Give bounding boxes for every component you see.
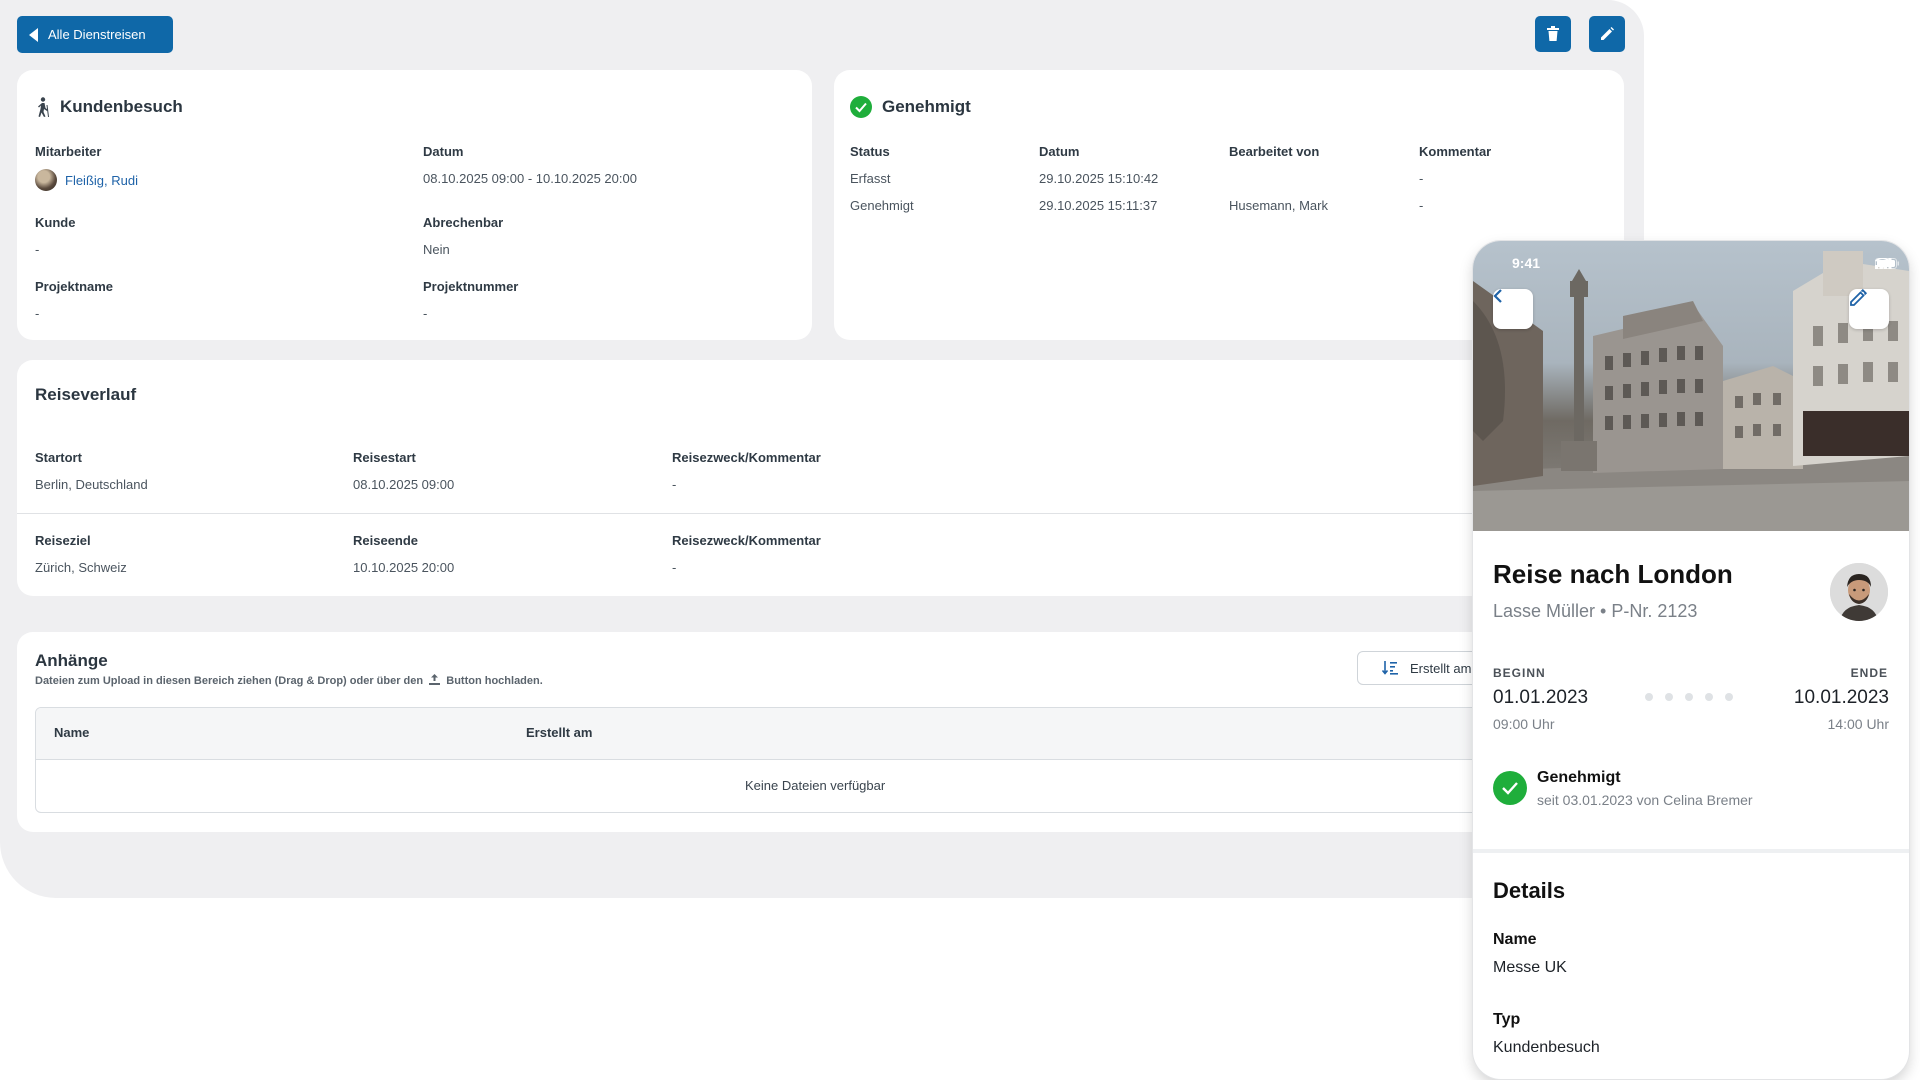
details-type-value: Kundenbesuch — [1493, 1039, 1600, 1056]
battery-icon — [1875, 258, 1899, 269]
end-time: 14:00 Uhr — [1827, 716, 1889, 732]
approval-status-title: Genehmigt — [1537, 769, 1621, 786]
status-time: 9:41 — [1512, 255, 1541, 271]
itinerary-row-1-label-1: Startort — [35, 450, 82, 465]
check-icon — [1502, 782, 1518, 795]
begin-time: 09:00 Uhr — [1493, 716, 1555, 732]
approval-row-2-status: Genehmigt — [850, 198, 914, 213]
approval-header-editor: Bearbeitet von — [1229, 144, 1320, 159]
itinerary-row-1-value-1: Berlin, Deutschland — [35, 477, 148, 492]
trip-hero-image: 9:41 — [1473, 241, 1909, 531]
approval-header-status: Status — [850, 144, 890, 159]
trip-name: Reise nach London — [1493, 559, 1733, 589]
details-type-label: Typ — [1493, 1011, 1521, 1028]
approval-row-2-date: 29.10.2025 15:11:37 — [1039, 198, 1158, 213]
avatar — [1830, 563, 1888, 621]
timeline-dots — [1645, 693, 1733, 701]
pencil-icon — [1850, 289, 1867, 306]
attachments-hint-before: Dateien zum Upload in diesen Bereich zie… — [35, 675, 424, 687]
london-street-illustration — [1473, 251, 1909, 531]
files-empty-row: Keine Dateien verfügbar — [36, 760, 1544, 812]
itinerary-row-1-value-2: 08.10.2025 09:00 — [353, 477, 455, 492]
approval-row-1-comment: - — [1419, 171, 1424, 186]
trip-owner: Lasse Müller • P-Nr. 2123 — [1493, 601, 1698, 621]
billable-label: Abrechenbar — [423, 215, 504, 230]
itinerary-row-2-value-3: - — [672, 560, 677, 575]
project-number-value: - — [423, 306, 428, 321]
approval-status-subtitle: seit 03.01.2023 von Celina Bremer — [1537, 792, 1753, 808]
column-header-created[interactable]: Erstellt am — [526, 725, 592, 740]
pencil-icon — [1601, 27, 1614, 40]
back-button-label: Alle Dienstreisen — [48, 27, 146, 42]
itinerary-title: Reiseverlauf — [35, 385, 137, 404]
trip-title-text: Kundenbesuch — [60, 97, 183, 116]
phone-edit-button[interactable] — [1849, 289, 1889, 329]
itinerary-row-2-label-2: Reiseende — [353, 533, 419, 548]
walking-person-icon — [38, 97, 49, 117]
project-number-label: Projektnummer — [423, 279, 519, 294]
details-title: Details — [1493, 878, 1566, 903]
itinerary-row-2-value-2: 10.10.2025 20:00 — [353, 560, 455, 575]
section-separator — [1473, 849, 1909, 853]
itinerary-row-1-label-3: Reisezweck/Kommentar — [672, 450, 821, 465]
edit-button[interactable] — [1589, 16, 1625, 52]
attachments-hint-after: Button hochladen. — [446, 675, 543, 687]
begin-date: 01.01.2023 — [1493, 687, 1589, 708]
date-value: 08.10.2025 09:00 - 10.10.2025 20:00 — [423, 171, 637, 186]
attachments-title: Anhänge — [35, 651, 108, 670]
project-name-value: - — [35, 306, 40, 321]
chevron-left-icon — [29, 27, 38, 42]
itinerary-row-1-label-2: Reisestart — [353, 450, 416, 465]
trip-card: Kundenbesuch Mitarbeiter Fleißig, Rudi D… — [17, 70, 812, 340]
approval-header-date: Datum — [1039, 144, 1080, 159]
details-name-label: Name — [1493, 931, 1537, 948]
sort-descending-icon — [1382, 661, 1398, 675]
details-name-value: Messe UK — [1493, 959, 1567, 976]
approved-status-icon — [1493, 771, 1527, 805]
delete-button[interactable] — [1535, 16, 1571, 52]
upload-icon — [429, 674, 441, 685]
sort-button-label: Erstellt am — [1410, 660, 1472, 676]
end-date: 10.01.2023 — [1793, 687, 1889, 708]
project-name-label: Projektname — [35, 279, 114, 294]
back-button[interactable]: Alle Dienstreisen — [17, 16, 173, 53]
files-empty-text: Keine Dateien verfügbar — [745, 778, 886, 793]
trash-icon — [1547, 26, 1559, 41]
chevron-left-icon — [1493, 289, 1502, 303]
itinerary-row-2-label-1: Reiseziel — [35, 533, 91, 548]
employee-avatar — [35, 169, 57, 191]
approval-row-2-editor: Husemann, Mark — [1229, 198, 1328, 213]
date-label: Datum — [423, 144, 464, 159]
approval-row-2-comment: - — [1419, 198, 1424, 213]
approval-header-comment: Kommentar — [1419, 144, 1492, 159]
employee-label: Mitarbeiter — [35, 144, 102, 159]
itinerary-row-2-label-3: Reisezweck/Kommentar — [672, 533, 821, 548]
itinerary-card: Reiseverlauf Startort Berlin, Deutschlan… — [17, 360, 1624, 596]
itinerary-row-1-value-3: - — [672, 477, 677, 492]
customer-value: - — [35, 242, 40, 257]
customer-label: Kunde — [35, 215, 76, 230]
approval-row-1-status: Erfasst — [850, 171, 891, 186]
check-circle-icon — [850, 96, 872, 118]
begin-caption: BEGINN — [1493, 666, 1546, 680]
files-table-header: Name Erstellt am — [36, 708, 1544, 760]
employee-link[interactable]: Fleißig, Rudi — [65, 173, 138, 188]
column-header-name[interactable]: Name — [54, 725, 89, 740]
end-caption: ENDE — [1850, 666, 1888, 680]
person-avatar-icon — [1830, 563, 1888, 621]
employee-value: Fleißig, Rudi — [35, 169, 138, 191]
phone-back-button[interactable] — [1493, 289, 1533, 329]
approval-row-1-date: 29.10.2025 15:10:42 — [1039, 171, 1159, 186]
itinerary-divider — [17, 513, 1624, 514]
approval-title: Genehmigt — [850, 96, 971, 118]
billable-value: Nein — [423, 242, 450, 257]
mobile-view: 9:41 Reise nach London Lasse Müller • P-… — [1473, 241, 1909, 1079]
desktop-panel: Alle Dienstreisen Kundenbesuch Mitarbeit… — [0, 0, 1644, 898]
files-table: Name Erstellt am Keine Dateien verfügbar — [35, 707, 1545, 813]
trip-title: Kundenbesuch — [36, 97, 183, 117]
itinerary-row-2-value-1: Zürich, Schweiz — [35, 560, 127, 575]
approval-title-text: Genehmigt — [882, 97, 971, 116]
attachments-hint: Dateien zum Upload in diesen Bereich zie… — [35, 674, 543, 687]
